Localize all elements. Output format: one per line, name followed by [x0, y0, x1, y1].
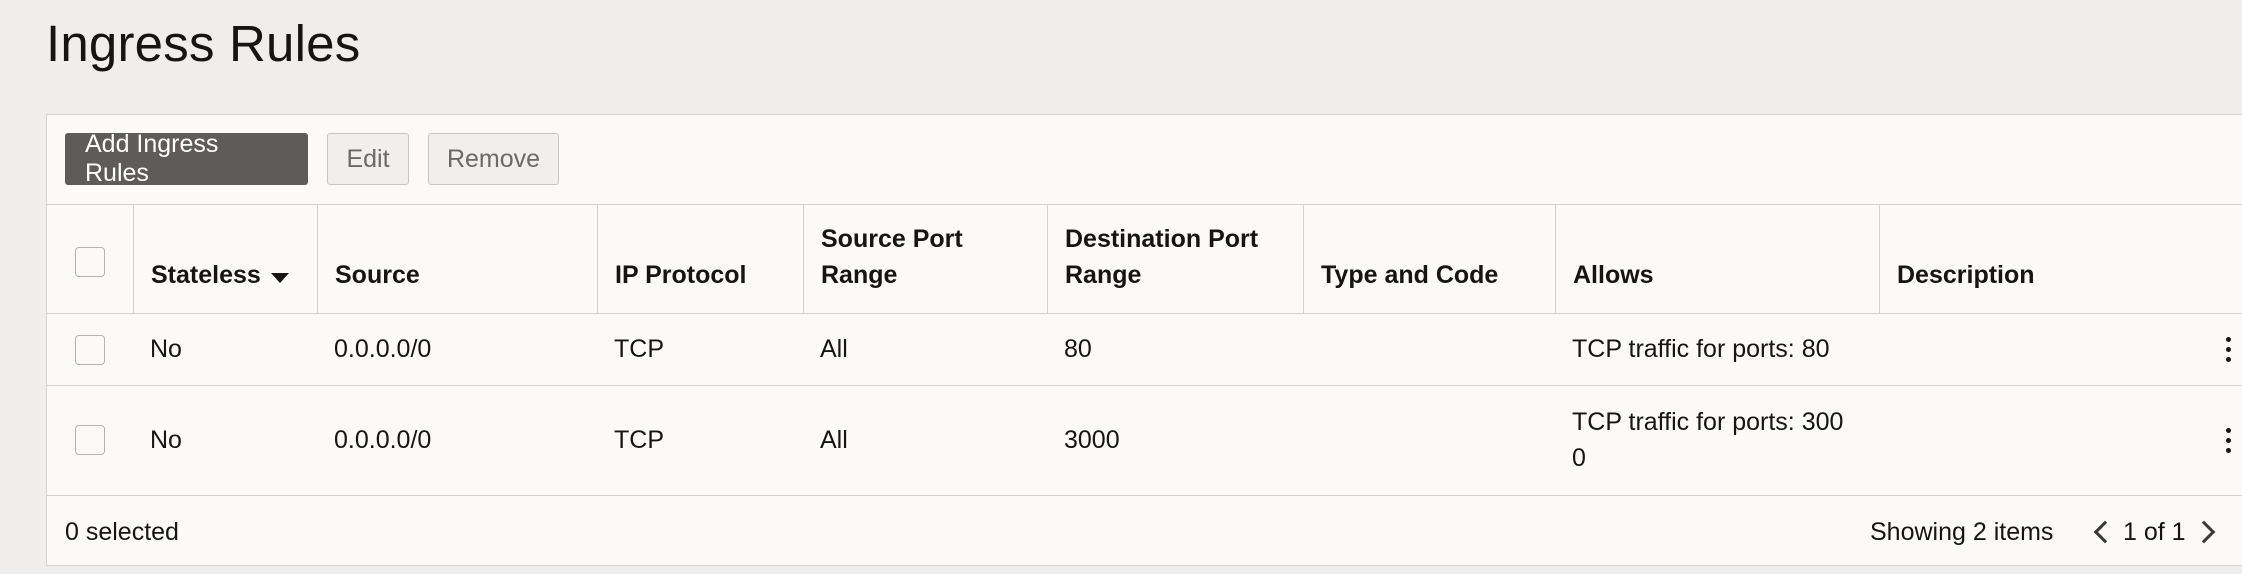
column-header-source[interactable]: Source [317, 205, 597, 313]
cell-source: 0.0.0.0/0 [334, 425, 432, 454]
chevron-left-icon[interactable] [2093, 520, 2117, 544]
page-title: Ingress Rules [46, 15, 361, 72]
cell-allows: TCP traffic for ports: 80 [1572, 335, 1830, 363]
column-label-description: Description [1897, 261, 2035, 289]
column-label-line: Range [1065, 261, 1142, 289]
cell-source: 0.0.0.0/0 [334, 335, 432, 363]
ingress-rules-panel: Add Ingress Rules Edit Remove Stateless … [46, 114, 2242, 566]
column-label-destination-port-range: Destination Port Range [1065, 221, 1258, 293]
ingress-rules-page: Ingress Rules Add Ingress Rules Edit Rem… [0, 0, 2242, 574]
column-header-ip-protocol[interactable]: IP Protocol [597, 205, 803, 313]
remove-button[interactable]: Remove [428, 133, 559, 185]
cell-allows: TCP traffic for ports: 300 0 [1572, 386, 1843, 494]
column-label-line: Destination Port [1065, 225, 1259, 253]
toolbar: Add Ingress Rules Edit Remove [65, 130, 559, 187]
pagination: 1 of 1 [2087, 496, 2222, 568]
column-header-description[interactable]: Description [1879, 205, 2242, 313]
column-label-ip-protocol: IP Protocol [615, 261, 747, 289]
row-checkbox[interactable] [75, 334, 105, 365]
allows-line: TCP traffic for ports: 300 [1572, 408, 1844, 436]
edit-button[interactable]: Edit [327, 133, 409, 185]
cell-ip-protocol: TCP [614, 425, 664, 454]
column-label-line: Range [821, 261, 898, 289]
column-label-allows: Allows [1573, 261, 1654, 289]
select-all-checkbox[interactable] [75, 247, 105, 277]
chevron-right-icon[interactable] [2192, 520, 2215, 544]
column-header-stateless[interactable]: Stateless [133, 205, 317, 313]
cell-destination-port-range: 80 [1064, 335, 1092, 363]
column-label-source: Source [335, 261, 420, 289]
column-header-allows[interactable]: Allows [1555, 205, 1879, 313]
column-label-source-port-range: Source Port Range [821, 221, 963, 293]
row-checkbox[interactable] [75, 425, 105, 455]
table-header-row: Stateless Source IP Protocol Source Port… [47, 204, 2242, 313]
row-actions-kebab-icon[interactable] [2213, 314, 2242, 385]
cell-source-port-range: All [820, 425, 848, 454]
cell-stateless: No [150, 425, 182, 454]
cell-stateless: No [150, 335, 182, 363]
column-header-source-port-range[interactable]: Source Port Range [803, 205, 1047, 313]
column-header-type-and-code[interactable]: Type and Code [1303, 205, 1555, 313]
allows-line: 0 [1572, 444, 1586, 472]
row-select-cell [47, 314, 133, 385]
select-all-cell [47, 205, 133, 313]
showing-count: Showing 2 items [1870, 517, 2054, 546]
cell-destination-port-range: 3000 [1064, 425, 1120, 454]
row-actions-kebab-icon[interactable] [2213, 386, 2242, 494]
selected-count: 0 selected [65, 517, 179, 546]
table-footer: 0 selected Showing 2 items 1 of 1 [47, 495, 2242, 567]
sort-desc-icon[interactable] [270, 273, 289, 283]
cell-source-port-range: All [820, 335, 848, 363]
row-select-cell [47, 386, 133, 494]
cell-ip-protocol: TCP [614, 335, 664, 363]
column-label-stateless: Stateless [151, 261, 261, 289]
page-indicator: 1 of 1 [2123, 517, 2186, 546]
table-row[interactable]: No 0.0.0.0/0 TCP All 3000 TCP traffic fo… [47, 385, 2242, 494]
column-label-line: Source Port [821, 225, 963, 253]
column-header-destination-port-range[interactable]: Destination Port Range [1047, 205, 1303, 313]
column-label-type-and-code: Type and Code [1321, 261, 1499, 289]
table-row[interactable]: No 0.0.0.0/0 TCP All 80 TCP traffic for … [47, 313, 2242, 385]
add-ingress-rules-button[interactable]: Add Ingress Rules [65, 130, 308, 187]
